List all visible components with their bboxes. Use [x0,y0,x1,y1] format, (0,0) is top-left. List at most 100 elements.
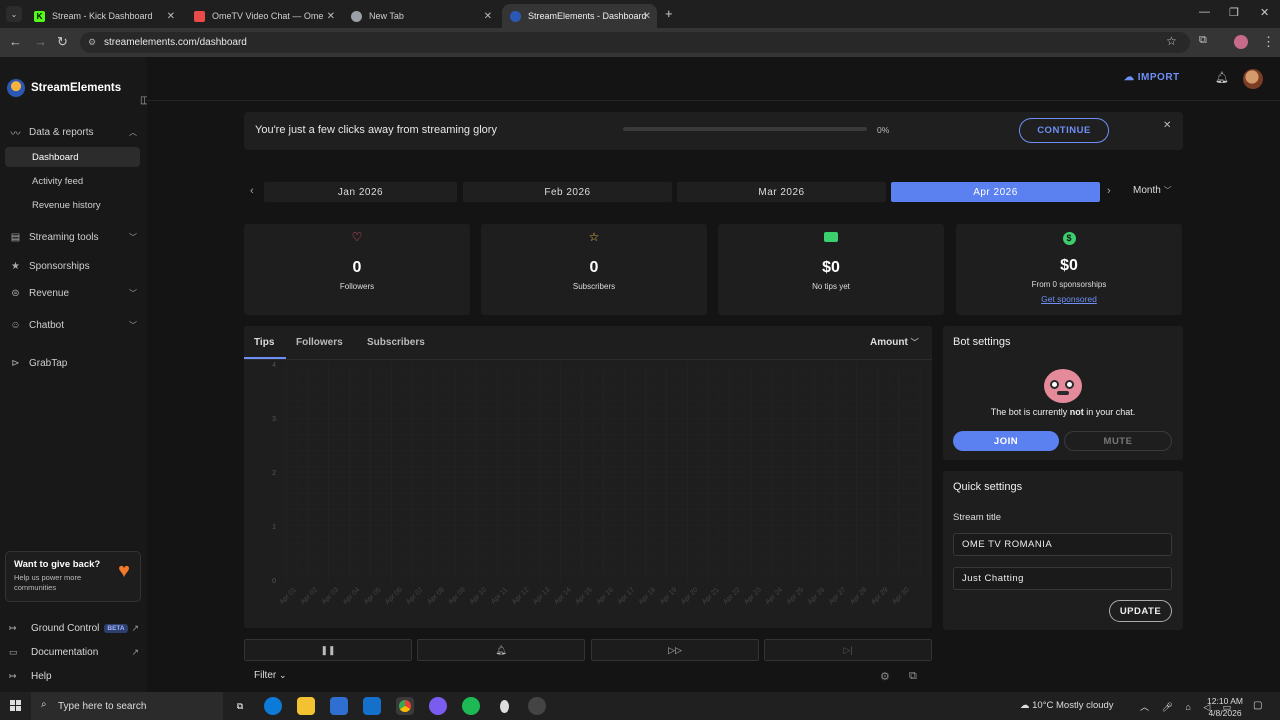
minimize-icon[interactable]: — [1199,6,1210,18]
grabtap-icon: ⊳ [11,358,20,369]
chevron-right-icon[interactable]: › [1107,185,1111,197]
stream-title-input[interactable]: OME TV ROMANIA [953,533,1172,556]
y-tick-label: 2 [272,470,276,477]
back-icon[interactable]: ← [9,34,22,49]
notification-icon[interactable]: ▢ [1253,700,1262,711]
restore-icon[interactable]: ❐ [1229,6,1239,19]
sidebar-section-data-reports[interactable]: 〰 Data & reports ︿ [9,125,139,140]
join-button[interactable]: JOIN [953,431,1059,451]
panel-title: Bot settings [953,336,1011,348]
month-tab[interactable]: Mar 2026 [677,182,886,202]
month-tab[interactable]: Jan 2026 [264,182,457,202]
profile-avatar[interactable] [1234,35,1248,49]
chevron-left-icon[interactable]: ‹ [250,185,254,197]
sidebar-item-ground-control[interactable]: ↦ Ground Control BETA ↗ [9,623,139,634]
alert-button[interactable]: 🔔︎ [417,639,585,661]
edge-icon[interactable] [264,697,282,715]
app-icon[interactable] [495,697,513,715]
search-icon: ⌕ [41,699,47,710]
period-select[interactable]: Month ﹀ [1133,185,1172,196]
skip-button[interactable]: ▷▷ [591,639,759,661]
bell-icon[interactable]: 🔔︎ [1215,71,1229,84]
category-input[interactable]: Just Chatting [953,567,1172,590]
chrome-icon[interactable] [396,697,414,715]
clock[interactable]: 12:10 AM 4/8/2026 [1205,695,1245,719]
x-tick-label: Apr 27 [828,586,848,606]
sidebar-section-streaming-tools[interactable]: ▤ Streaming tools ﹀ [9,232,139,243]
pause-button[interactable]: ❚❚ [244,639,412,661]
menu-dots-icon[interactable]: ⋮ [1262,34,1275,50]
tab-tips[interactable]: Tips [254,337,274,348]
mute-button[interactable]: MUTE [1064,431,1172,451]
sidebar-item-activity-feed[interactable]: Activity feed [5,171,140,191]
status-text: in your chat. [1083,407,1136,417]
close-icon[interactable]: ✕ [1163,120,1171,131]
browser-tab-ometv[interactable]: OmeTV Video Chat — Ome ✕ [186,4,341,28]
popout-icon[interactable]: ⧉ [909,670,917,683]
continue-button[interactable]: CONTINUE [1019,118,1109,143]
sidebar-item-dashboard[interactable]: Dashboard [5,147,140,167]
x-tick-label: Apr 02 [300,586,320,606]
sidebar-item-sponsorships[interactable]: ★ Sponsorships [9,261,139,272]
close-window-icon[interactable]: ✕ [1260,6,1269,19]
browser-tab-newtab[interactable]: New Tab ✕ [343,4,498,28]
chrome-icon [351,10,362,22]
import-label: IMPORT [1137,72,1180,83]
month-tab-active[interactable]: Apr 2026 [891,182,1100,202]
close-icon[interactable]: ✕ [167,11,175,22]
mail-icon[interactable] [363,697,381,715]
sidebar-section-chatbot[interactable]: ☺ Chatbot ﹀ [9,320,139,331]
close-icon[interactable]: ✕ [643,11,651,22]
sidebar-item-revenue-history[interactable]: Revenue history [5,195,140,215]
forward-icon[interactable]: → [34,34,47,49]
x-tick-label: Apr 22 [722,586,742,606]
sidebar-section-revenue[interactable]: ⊜ Revenue ﹀ [9,288,139,299]
sidebar-item-documentation[interactable]: ▭ Documentation ↗ [9,647,139,658]
browser-tab-kick[interactable]: K Stream - Kick Dashboard ✕ [26,4,181,28]
close-icon[interactable]: ✕ [327,11,335,22]
update-button[interactable]: UPDATE [1109,600,1172,622]
cash-icon [718,230,944,244]
import-button[interactable]: ☁ IMPORT [1124,72,1180,83]
beta-badge: BETA [104,624,128,633]
taskbar-search-box[interactable]: ⌕ Type here to search [31,692,223,720]
address-bar[interactable]: ⚙ streamelements.com/dashboard [80,32,1190,53]
browser-tab-streamelements[interactable]: StreamElements - Dashboard ✕ [502,4,657,28]
avatar[interactable] [1243,69,1263,89]
month-tab[interactable]: Feb 2026 [463,182,672,202]
chevron-down-icon: ⌄ [279,670,287,680]
close-icon[interactable]: ✕ [484,11,492,22]
sidebar-item-help[interactable]: ↦ Help [9,671,139,682]
filter-dropdown[interactable]: Filter ⌄ [254,670,287,681]
sidebar: StreamElements ◫ 〰 Data & reports ︿ Dash… [0,57,149,692]
task-view-icon[interactable]: ⧉ [231,697,249,715]
top-bar: ☁ IMPORT 🔔︎ [147,57,1280,101]
bookmark-star-icon[interactable]: ☆ [1166,34,1177,48]
messenger-icon[interactable] [429,697,447,715]
quick-settings-panel: Quick settings Stream title OME TV ROMAN… [943,471,1183,630]
next-button[interactable]: ▷| [764,639,932,661]
sidebar-item-grabtap[interactable]: ⊳ GrabTap [9,358,139,369]
tab-subscribers[interactable]: Subscribers [367,337,425,348]
x-tick-label: Apr 01 [278,586,298,606]
metric-select[interactable]: Amount ﹀ [870,337,919,348]
windows-start-icon[interactable] [10,700,22,712]
browser-tab-bar: ⌄ K Stream - Kick Dashboard ✕ OmeTV Vide… [0,0,1280,28]
gear-icon[interactable]: ⚙ [880,670,890,683]
weather-widget[interactable]: ☁ 10°C Mostly cloudy [1020,700,1114,711]
give-back-card[interactable]: Want to give back? Help us power more co… [5,551,141,602]
obs-icon[interactable] [528,697,546,715]
spotify-icon[interactable] [462,697,480,715]
brand-logo[interactable]: StreamElements [7,79,121,97]
extensions-icon[interactable]: ⧉ [1199,34,1207,47]
site-info-icon[interactable]: ⚙ [88,37,96,48]
reload-icon[interactable]: ↻ [57,34,68,50]
new-tab-button[interactable]: + [665,6,673,21]
tab-search-button[interactable]: ⌄ [6,6,22,22]
tab-followers[interactable]: Followers [296,337,343,348]
store-icon[interactable] [330,697,348,715]
get-sponsored-link[interactable]: Get sponsored [956,294,1182,304]
chart-panel: Tips Followers Subscribers Amount ﹀ 4 3 2 1… [244,326,932,628]
chart-line-icon: 〰 [10,129,21,140]
file-explorer-icon[interactable] [297,697,315,715]
